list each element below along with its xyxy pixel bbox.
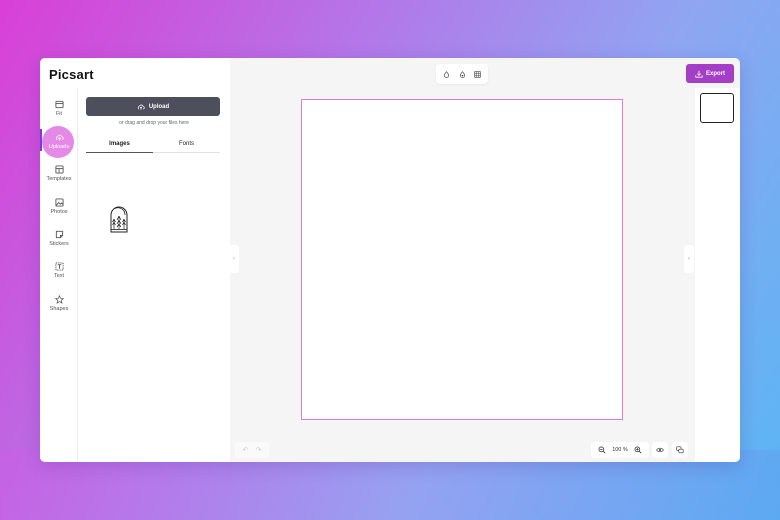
canvas-toolbar [436,64,488,84]
upload-button[interactable]: Upload [86,97,220,116]
comments-button[interactable] [672,442,688,458]
tab-fonts[interactable]: Fonts [153,135,220,152]
photos-icon [54,197,64,207]
upload-button-label: Upload [148,103,170,110]
sidebar-item-text[interactable]: Text [40,256,78,284]
collapse-panel-button[interactable]: ‹ [229,245,239,273]
sidebar-item-label: Text [53,272,65,279]
color-drop-button[interactable] [442,69,452,79]
app-logo[interactable]: Picsart [49,67,94,82]
grid-icon [474,70,481,78]
page-thumbnail[interactable] [700,93,734,123]
history-controls: ↶ ↷ [235,442,269,458]
sidebar-item-label: Uploads [48,143,70,150]
uploads-panel: Upload or drag and drop your files here … [78,88,230,462]
canvas-artboard[interactable] [301,99,623,420]
zoom-level: 100 % [612,447,628,453]
fit-icon [54,100,64,108]
zoom-controls: 100 % [591,442,649,458]
sidebar-item-uploads[interactable]: Uploads [40,126,78,158]
sidebar-item-templates[interactable]: Templates [40,159,78,187]
upload-cloud-icon [55,134,64,141]
sidebar-item-label: Photos [50,208,68,215]
star-icon [54,294,64,304]
sidebar-item-label: Stickers [49,240,69,247]
sidebar-item-fit[interactable]: Fit [40,94,78,122]
zoom-in-icon[interactable] [634,446,642,454]
chat-icon [676,446,684,454]
paint-drop-icon [459,70,465,78]
text-icon [54,261,64,271]
pattern-button[interactable] [473,69,483,79]
uploaded-image-thumbnail[interactable] [108,203,130,235]
sidebar-item-label: Shapes [49,305,69,312]
templates-icon [54,164,64,174]
export-button-label: Export [705,70,725,77]
drop-icon [444,70,449,78]
drop-hint: or drag and drop your files here [119,120,189,126]
expand-right-panel-button[interactable]: › [684,245,694,273]
chevron-left-icon: ‹ [233,256,235,262]
panel-tabs: Images Fonts [86,135,220,153]
preview-button[interactable] [652,442,668,458]
redo-icon[interactable]: ↷ [256,446,262,454]
fill-button[interactable] [457,69,467,79]
stickers-icon [55,230,63,238]
eye-icon [656,447,664,453]
sidebar-item-shapes[interactable]: Shapes [40,289,78,317]
active-indicator [40,129,42,151]
sidebar-item-label: Templates [46,175,72,182]
tab-images[interactable]: Images [86,135,153,153]
zoom-out-icon[interactable] [598,446,606,454]
sidebar-rail: Fit Uploads Templates Photos Stickers Te… [40,88,78,462]
header-left: Picsart [40,58,230,88]
undo-icon[interactable]: ↶ [242,446,248,454]
sidebar-item-label: Fit [55,110,63,117]
upload-cloud-icon [137,104,145,110]
pages-panel [695,88,740,462]
download-icon [695,70,703,78]
chevron-right-icon: › [688,256,690,262]
sidebar-item-photos[interactable]: Photos [40,192,78,220]
editor-window: Picsart Fit Uploads Templates Photos Sti… [40,58,740,462]
export-button[interactable]: Export [686,64,734,83]
sidebar-item-stickers[interactable]: Stickers [40,224,78,252]
